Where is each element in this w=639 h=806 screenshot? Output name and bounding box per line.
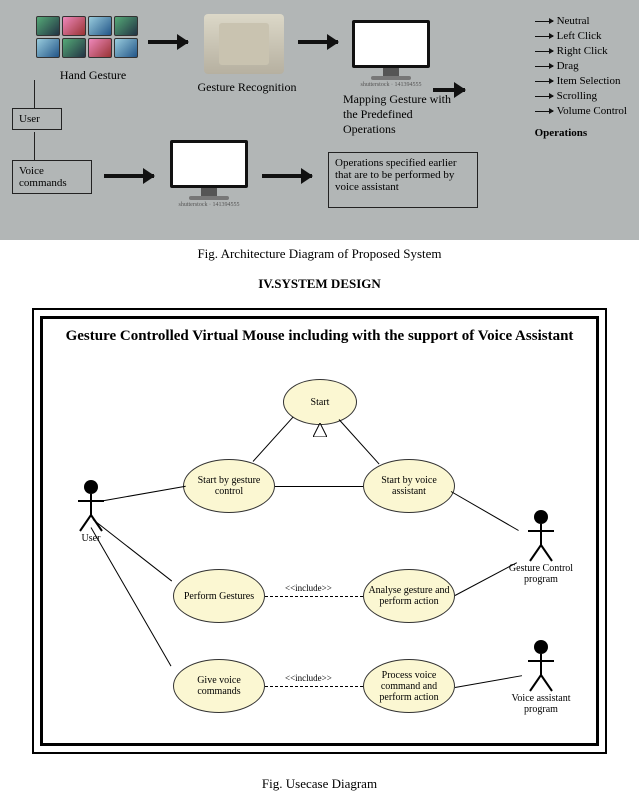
arrow-icon <box>535 96 553 97</box>
operation-label: Scrolling <box>557 90 597 102</box>
voice-commands-label: Voice commands <box>19 165 67 189</box>
usecase-outer-border: Gesture Controlled Virtual Mouse includi… <box>32 308 607 754</box>
operation-label: Right Click <box>557 45 608 57</box>
usecase-start-label: Start <box>311 397 330 408</box>
usecase-diagram-wrap: Gesture Controlled Virtual Mouse includi… <box>32 308 607 754</box>
architecture-caption: Fig. Architecture Diagram of Proposed Sy… <box>0 246 639 262</box>
architecture-diagram: Hand Gesture Gesture Recognition shutter… <box>0 0 639 240</box>
usecase-give-voice: Give voice commands <box>173 659 265 713</box>
operation-label: Volume Control <box>557 105 627 117</box>
generalization-arrowhead-icon <box>313 423 327 437</box>
arrow-icon <box>535 81 553 82</box>
voice-monitor: shutterstock · 141394555 <box>170 140 248 208</box>
arrow-icon <box>535 21 553 22</box>
generalization-line <box>339 419 380 464</box>
operation-item: Item Selection <box>535 75 627 87</box>
operation-label: Left Click <box>557 30 602 42</box>
arrow-icon <box>104 174 154 178</box>
operation-label: Item Selection <box>557 75 621 87</box>
usecase-perform-gestures-label: Perform Gestures <box>184 591 254 602</box>
usecase-start: Start <box>283 379 357 425</box>
usecase-title: Gesture Controlled Virtual Mouse includi… <box>43 327 596 345</box>
usecase-start-gesture-label: Start by gesture control <box>188 475 270 497</box>
gesture-recognition-label: Gesture Recognition <box>192 80 302 95</box>
operation-item: Volume Control <box>535 105 627 117</box>
gesture-recognition-image <box>204 14 284 74</box>
operation-item: Neutral <box>535 15 627 27</box>
arrow-icon <box>298 40 338 44</box>
arrow-icon <box>535 36 553 37</box>
actor-voice-label: Voice assistant program <box>496 693 586 715</box>
usecase-caption: Fig. Usecase Diagram <box>0 776 639 792</box>
hand-gesture-grid <box>36 16 138 58</box>
voice-ops-box: Operations specified earlier that are to… <box>328 152 478 208</box>
arrow-icon <box>148 40 188 44</box>
usecase-give-voice-label: Give voice commands <box>178 675 260 697</box>
operations-list: Neutral Left Click Right Click Drag Item Sel… <box>535 12 627 139</box>
usecase-analyse: Analyse gesture and perform action <box>363 569 455 623</box>
voice-commands-box: Voice commands <box>12 160 92 194</box>
hand-gesture-label: Hand Gesture <box>48 68 138 83</box>
usecase-start-voice: Start by voice assistant <box>363 459 455 513</box>
operations-header: Operations <box>535 127 627 139</box>
usecase-process-voice-label: Process voice command and perform action <box>368 670 450 703</box>
generalization-connector <box>275 486 363 487</box>
actor-gesture-program: Gesture Control program <box>496 509 586 585</box>
arrow-icon <box>535 66 553 67</box>
arrow-icon <box>535 111 553 112</box>
mapping-monitor: shutterstock · 141394555 <box>352 20 430 88</box>
mapping-label: Mapping Gesture with the Predefined Oper… <box>343 92 453 137</box>
arrow-icon <box>262 174 312 178</box>
arrow-icon <box>535 51 553 52</box>
include-line <box>265 686 363 687</box>
voice-ops-label: Operations specified earlier that are to… <box>335 157 457 193</box>
generalization-line <box>253 417 294 462</box>
operation-item: Drag <box>535 60 627 72</box>
usecase-process-voice: Process voice command and perform action <box>363 659 455 713</box>
include-label: <<include>> <box>285 673 332 683</box>
connector <box>34 132 35 160</box>
connector <box>34 80 35 108</box>
usecase-perform-gestures: Perform Gestures <box>173 569 265 623</box>
usecase-analyse-label: Analyse gesture and perform action <box>368 585 450 607</box>
include-line <box>265 596 363 597</box>
operation-item: Left Click <box>535 30 627 42</box>
include-label: <<include>> <box>285 583 332 593</box>
operation-item: Scrolling <box>535 90 627 102</box>
section-header: IV.SYSTEM DESIGN <box>0 276 639 292</box>
user-box: User <box>12 108 62 130</box>
operation-label: Drag <box>557 60 579 72</box>
usecase-start-gesture: Start by gesture control <box>183 459 275 513</box>
user-label: User <box>19 113 40 125</box>
operation-label: Neutral <box>557 15 590 27</box>
operation-item: Right Click <box>535 45 627 57</box>
usecase-inner: Gesture Controlled Virtual Mouse includi… <box>40 316 599 746</box>
usecase-start-voice-label: Start by voice assistant <box>368 475 450 497</box>
